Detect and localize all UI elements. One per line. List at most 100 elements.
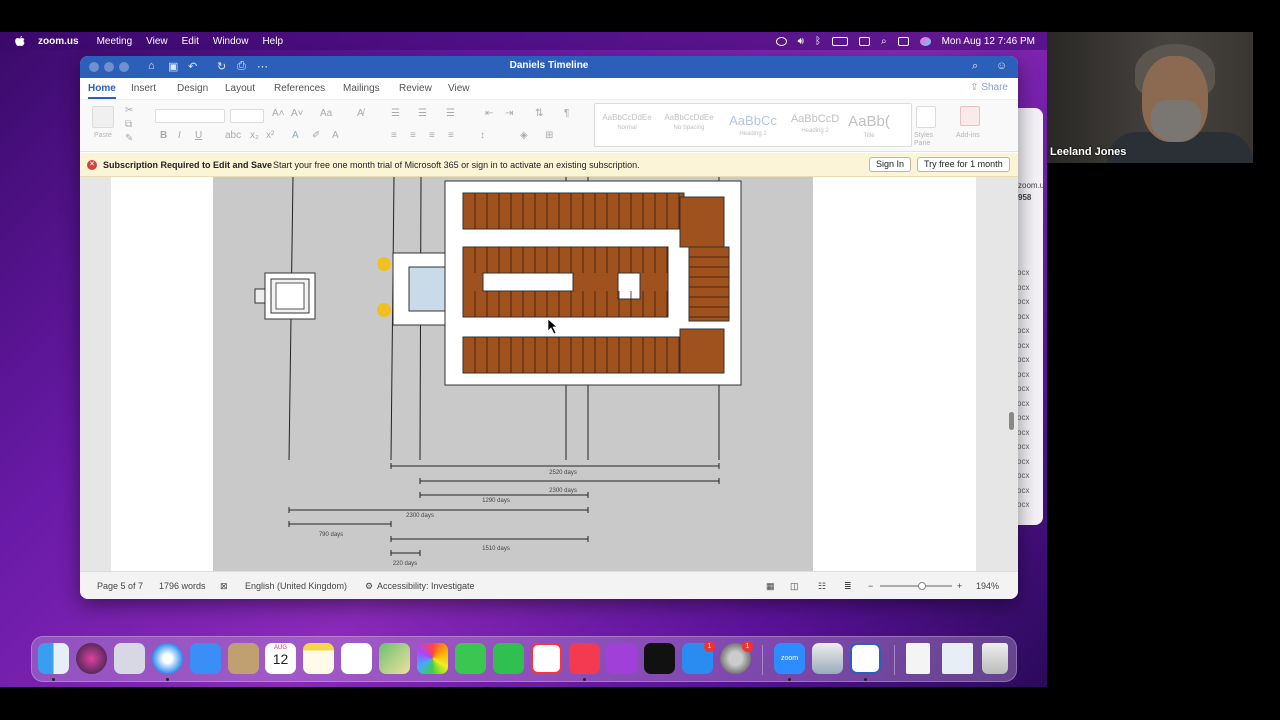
tab-references[interactable]: References xyxy=(274,83,325,94)
underline-button[interactable]: U xyxy=(195,130,202,141)
vertical-scrollbar-thumb[interactable] xyxy=(1009,412,1014,430)
align-right-icon[interactable]: ≡ xyxy=(429,130,435,141)
file-list-item[interactable]: ocx xyxy=(1017,440,1029,455)
file-list-item[interactable]: ocx xyxy=(1017,281,1029,296)
siri-icon[interactable] xyxy=(76,643,107,674)
word-count[interactable]: 1796 words xyxy=(159,581,206,591)
tab-layout[interactable]: Layout xyxy=(225,83,255,94)
share-button[interactable]: ⇪ Share xyxy=(970,82,1008,93)
style-title[interactable]: AaBb( Title xyxy=(843,107,895,149)
styles-gallery[interactable]: AaBbCcDdEe Normal AaBbCcDdEe No Spacing … xyxy=(594,103,912,147)
downloads-stack-icon[interactable] xyxy=(942,643,973,674)
music-icon[interactable] xyxy=(569,643,600,674)
print-layout-icon[interactable]: ▦ xyxy=(766,581,775,592)
borders-icon[interactable]: ⊞ xyxy=(545,130,553,141)
accessibility-status[interactable]: Accessibility: Investigate xyxy=(377,581,475,591)
tab-design[interactable]: Design xyxy=(177,83,208,94)
file-list-item[interactable]: ocx xyxy=(1017,295,1029,310)
tab-review[interactable]: Review xyxy=(399,83,432,94)
line-spacing-icon[interactable]: ↕ xyxy=(480,130,485,141)
tab-insert[interactable]: Insert xyxy=(131,83,156,94)
menu-view[interactable]: View xyxy=(146,36,168,47)
bluetooth-icon[interactable]: ᛒ xyxy=(815,36,821,47)
change-case-icon[interactable]: Aa xyxy=(320,108,332,119)
numbering-icon[interactable]: ☰ xyxy=(418,108,427,119)
siri-icon[interactable] xyxy=(919,36,931,46)
copy-icon[interactable]: ⧉ xyxy=(125,119,132,130)
sort-icon[interactable]: ⇅ xyxy=(535,108,543,119)
control-center-icon[interactable] xyxy=(897,36,909,46)
font-size-select[interactable] xyxy=(230,109,264,123)
safari-icon[interactable] xyxy=(152,643,183,674)
highlight-icon[interactable]: ✐ xyxy=(312,130,320,141)
format-painter-icon[interactable]: ✎ xyxy=(125,133,133,144)
font-color-icon[interactable]: A xyxy=(332,130,339,141)
style-heading-2[interactable]: AaBbCcD Heading 2 xyxy=(784,107,846,149)
zoom-slider-knob[interactable] xyxy=(918,582,926,590)
font-name-select[interactable] xyxy=(155,109,225,123)
zoom-in-button[interactable]: + xyxy=(957,581,962,591)
messages-icon[interactable] xyxy=(455,643,486,674)
style-normal[interactable]: AaBbCcDdEe Normal xyxy=(597,107,657,149)
style-heading-1[interactable]: AaBbCc Heading 1 xyxy=(722,107,784,149)
subscript-button[interactable]: x₂ xyxy=(250,130,259,141)
addins-icon[interactable] xyxy=(960,106,980,126)
word-app-icon[interactable] xyxy=(850,643,881,674)
launchpad-icon[interactable] xyxy=(114,643,145,674)
text-effects-icon[interactable]: A xyxy=(292,130,299,141)
zoom-level[interactable]: 194% xyxy=(976,581,999,591)
spotlight-search-icon[interactable]: ⌕ xyxy=(881,36,887,47)
photos-icon[interactable] xyxy=(417,643,448,674)
increase-indent-icon[interactable]: ⇥ xyxy=(505,108,513,119)
paste-icon[interactable] xyxy=(92,106,114,128)
file-list-item[interactable]: ocx xyxy=(1017,324,1029,339)
shading-icon[interactable]: ◈ xyxy=(520,130,528,141)
outline-view-icon[interactable]: ☷ xyxy=(818,581,826,592)
battery-icon[interactable] xyxy=(831,36,848,46)
document-canvas[interactable]: 2520 days 2300 days 1290 days 2300 days 790 … xyxy=(80,177,1018,571)
strikethrough-button[interactable]: abc xyxy=(225,130,241,141)
news-icon[interactable] xyxy=(531,643,562,674)
word-titlebar[interactable]: ⌂ ▣ ↶ ↻ ⎙ ⋯ Daniels Timeline ⌕ ☺ xyxy=(80,56,1018,78)
align-center-icon[interactable]: ≡ xyxy=(410,130,416,141)
menu-help[interactable]: Help xyxy=(262,36,283,47)
contacts-icon[interactable] xyxy=(228,643,259,674)
timeline-drawing[interactable]: 2520 days 2300 days 1290 days 2300 days 790 … xyxy=(213,177,813,571)
styles-pane-icon[interactable] xyxy=(916,106,936,128)
trash-icon[interactable] xyxy=(982,643,1008,674)
bold-button[interactable]: B xyxy=(160,130,167,141)
screen-record-icon[interactable] xyxy=(775,36,787,46)
file-list-item[interactable]: ocx xyxy=(1017,353,1029,368)
file-list-item[interactable]: ocx xyxy=(1017,498,1029,513)
tab-view[interactable]: View xyxy=(448,83,470,94)
web-layout-icon[interactable]: ◫ xyxy=(790,581,799,592)
volume-icon[interactable]: 🔊︎ xyxy=(798,36,804,47)
document-stack-icon[interactable] xyxy=(906,643,930,674)
screen-mirroring-icon[interactable] xyxy=(858,36,870,46)
zoom-slider[interactable] xyxy=(880,585,952,587)
reminders-icon[interactable] xyxy=(341,643,372,674)
file-list-item[interactable]: ocx xyxy=(1017,382,1029,397)
apple-menu-icon[interactable] xyxy=(14,35,26,47)
file-list-item[interactable]: ocx xyxy=(1017,266,1029,281)
facetime-icon[interactable] xyxy=(493,643,524,674)
page-count[interactable]: Page 5 of 7 xyxy=(97,581,143,591)
menu-meeting[interactable]: Meeting xyxy=(97,36,133,47)
accessibility-icon[interactable]: ⚙︎ xyxy=(365,581,373,592)
file-list-item[interactable]: ocx xyxy=(1017,455,1029,470)
finder-icon[interactable] xyxy=(38,643,69,674)
file-list-item[interactable]: ocx xyxy=(1017,310,1029,325)
italic-button[interactable]: I xyxy=(178,130,181,141)
app-name-menu[interactable]: zoom.us xyxy=(38,36,79,47)
try-free-button[interactable]: Try free for 1 month xyxy=(917,157,1010,172)
file-list-item[interactable]: ocx xyxy=(1017,339,1029,354)
search-icon[interactable]: ⌕ xyxy=(972,60,978,73)
file-list-item[interactable]: ocx xyxy=(1017,368,1029,383)
maps-icon[interactable] xyxy=(379,643,410,674)
superscript-button[interactable]: x² xyxy=(266,130,274,141)
proofing-icon[interactable]: ⊠ xyxy=(220,581,228,592)
zoom-out-button[interactable]: − xyxy=(868,581,873,591)
justify-icon[interactable]: ≡ xyxy=(448,130,454,141)
menu-window[interactable]: Window xyxy=(213,36,249,47)
background-zoom-window[interactable]: zoom.us/ 958 ocxocxocxocxocxocxocxocxocx… xyxy=(1015,108,1043,525)
